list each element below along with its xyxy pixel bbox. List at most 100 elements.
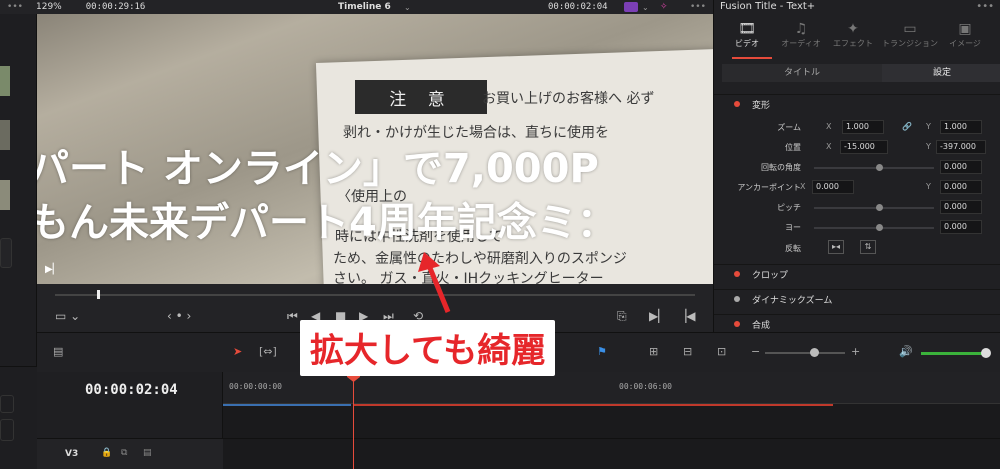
anchor-x-field[interactable]: 0.000 <box>812 180 854 194</box>
chevron-down-icon[interactable]: ⌄ <box>642 3 649 12</box>
speaker-icon[interactable]: 🔊 <box>899 345 913 358</box>
subtab-title[interactable]: タイトル <box>722 64 882 82</box>
scrubber-bar[interactable] <box>55 294 695 296</box>
enable-dot-icon[interactable] <box>734 321 740 327</box>
next-clip-icon[interactable]: ▶▏ <box>649 309 667 323</box>
auto-select-icon[interactable]: ⧉ <box>121 448 127 458</box>
more-options-icon[interactable]: ••• <box>690 2 706 12</box>
enable-dot-icon[interactable] <box>734 271 740 277</box>
track-enable-icon[interactable]: ▤ <box>143 448 152 458</box>
section-composite[interactable]: 合成 <box>714 314 1000 334</box>
scrubber-handle[interactable] <box>97 290 100 299</box>
media-thumbnail[interactable] <box>0 120 10 150</box>
effects-wand-icon[interactable]: ✧ <box>660 2 668 12</box>
zoom-level-dropdown[interactable]: 129% <box>36 2 62 12</box>
enable-dot-icon[interactable] <box>734 101 740 107</box>
section-transform[interactable]: 変形 <box>714 94 1000 114</box>
zoom-out-icon[interactable]: − <box>751 345 760 358</box>
image-icon: ▣ <box>958 21 972 37</box>
timeline-playhead[interactable] <box>353 372 354 469</box>
track-header-v3: V3 🔒 ⧉ ▤ <box>37 438 223 469</box>
media-thumbnail[interactable] <box>0 66 10 96</box>
title-overlay-line-2: もん未来デパート4周年記念ミ： <box>37 200 617 246</box>
timeline-zoom-slider[interactable] <box>765 352 845 354</box>
volume-slider[interactable] <box>921 352 985 355</box>
pitch-field[interactable]: 0.000 <box>940 200 982 214</box>
caution-label: 注 意 <box>355 80 487 114</box>
more-options-icon[interactable]: ••• <box>976 1 994 12</box>
tab-label: オーディオ <box>781 39 821 48</box>
paper-text: ため、金属性のたわしや研磨剤入りのスポンジ <box>333 251 627 267</box>
zoom-full-icon[interactable]: ⊞ <box>649 345 658 358</box>
film-icon: 🎞 <box>738 21 756 37</box>
timeline-name[interactable]: Timeline 6 <box>338 2 391 12</box>
position-x-field[interactable]: -15.000 <box>840 140 888 154</box>
track-divider <box>223 438 1000 439</box>
magic-wand-icon: ✦ <box>847 21 859 37</box>
volume-knob[interactable] <box>981 348 991 358</box>
flip-horizontal-icon[interactable]: ▸◂ <box>828 240 844 254</box>
tab-transition[interactable]: ▭ トランジション <box>880 20 940 49</box>
flip-vertical-icon[interactable]: ⇅ <box>860 240 876 254</box>
video-viewer[interactable]: 注 意 お買い上げのお客様へ 必ず 剥れ・かけが生じた場合は、直ちに使用を 〈使… <box>37 14 713 284</box>
zoom-detail-icon[interactable]: ⊟ <box>683 345 692 358</box>
viewer-mode-icon[interactable]: ▭ ⌄ <box>55 309 80 323</box>
yaw-slider-knob[interactable] <box>876 224 883 231</box>
previous-clip-icon[interactable]: ▕◀ <box>677 309 695 323</box>
pitch-slider[interactable] <box>814 207 934 209</box>
paper-text: お買い上げのお客様へ 必ず <box>482 91 655 107</box>
yaw-row: ヨー 0.000 <box>714 219 1000 237</box>
yaw-slider[interactable] <box>814 227 934 229</box>
section-dynamic-zoom[interactable]: ダイナミックズーム <box>714 289 1000 309</box>
tab-image[interactable]: ▣ イメージ <box>940 20 990 49</box>
more-options-icon[interactable]: ••• <box>0 2 30 12</box>
panel-button[interactable] <box>0 419 14 441</box>
timeline-tracks[interactable]: 00:00:00:00 00:00:06:00 <box>223 372 1000 469</box>
media-thumbnail[interactable] <box>0 180 10 210</box>
pitch-slider-knob[interactable] <box>876 204 883 211</box>
anchor-y-field[interactable]: 0.000 <box>940 180 982 194</box>
pitch-label: ピッチ <box>777 203 801 212</box>
section-label: 合成 <box>752 321 771 331</box>
rotation-field[interactable]: 0.000 <box>940 160 982 174</box>
track-label: V3 <box>65 449 79 459</box>
rotation-slider[interactable] <box>814 167 934 169</box>
panel-button[interactable] <box>0 395 14 413</box>
match-frame-icon[interactable]: ⎘ <box>617 309 627 324</box>
timeline-ruler[interactable]: 00:00:00:00 00:00:06:00 <box>223 372 1000 404</box>
timeline-zoom-knob[interactable] <box>810 348 819 357</box>
zoom-in-icon[interactable]: + <box>851 345 860 358</box>
go-to-start-icon[interactable]: ⏮ <box>287 309 298 324</box>
zoom-y-field[interactable]: 1.000 <box>940 120 982 134</box>
tab-label: トランジション <box>882 39 938 48</box>
flip-row: 反転 ▸◂ ⇅ <box>714 240 1000 258</box>
annotation-caption: 拡大しても綺麗 <box>300 320 556 376</box>
trim-tool-icon[interactable]: [⇔] <box>259 345 277 358</box>
anchor-row: アンカーポイント X 0.000 Y 0.000 <box>714 179 1000 197</box>
enable-dot-icon[interactable] <box>734 296 740 302</box>
ruler-timecode: 00:00:06:00 <box>619 382 672 391</box>
timeline-timecode: 00:00:02:04 <box>548 2 608 12</box>
section-label: ダイナミックズーム <box>752 296 833 306</box>
link-icon[interactable]: 🔗 <box>902 122 912 131</box>
selection-tool-icon[interactable]: ➤ <box>233 345 242 358</box>
timeline-view-options-icon[interactable]: ▤ <box>53 345 63 358</box>
tab-effects[interactable]: ✦ エフェクト <box>828 20 878 49</box>
zoom-x-field[interactable]: 1.000 <box>842 120 884 134</box>
yaw-field[interactable]: 0.000 <box>940 220 982 234</box>
jog-control-icon[interactable]: ‹ • › <box>167 309 191 323</box>
subtab-settings[interactable]: 設定 <box>882 64 1000 82</box>
panel-button[interactable] <box>0 238 12 268</box>
source-timecode: 00:00:29:16 <box>85 2 146 12</box>
rotation-slider-knob[interactable] <box>876 164 883 171</box>
zoom-custom-icon[interactable]: ⊡ <box>717 345 726 358</box>
flag-icon[interactable]: ⚑ <box>597 345 607 358</box>
inspector-title: Fusion Title - Text+ <box>720 1 816 12</box>
position-y-field[interactable]: -397.000 <box>936 140 986 154</box>
section-crop[interactable]: クロップ <box>714 264 1000 284</box>
tab-video[interactable]: 🎞 ビデオ <box>722 20 772 49</box>
chevron-down-icon[interactable]: ⌄ <box>404 3 411 12</box>
fx-badge-icon[interactable] <box>624 2 638 12</box>
tab-audio[interactable]: ♫ オーディオ <box>776 20 826 49</box>
lock-icon[interactable]: 🔒 <box>101 448 112 458</box>
